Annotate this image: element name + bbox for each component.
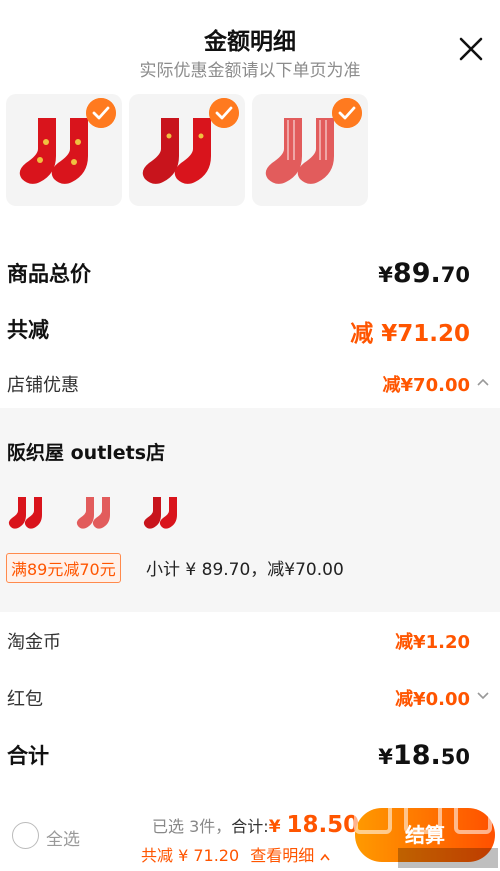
product-thumb-3[interactable] <box>252 94 368 206</box>
currency-symbol: ¥ <box>378 263 393 287</box>
selected-summary: 已选 3件，合计:¥ 18.50 <box>152 812 359 838</box>
product-thumb-1[interactable] <box>6 94 122 206</box>
total-dec: 70 <box>440 263 470 287</box>
discount-detail-link[interactable]: 共减 ¥ 71.20 查看明细 <box>141 842 331 866</box>
chevron-up-icon <box>320 853 330 861</box>
total-value: ¥89.70 <box>378 258 470 289</box>
discount-label: 共减 <box>7 318 49 342</box>
shop-discount-label: 店铺优惠 <box>7 375 79 396</box>
grand-int: 18. <box>392 740 441 771</box>
coupon-badge: 满89元减70元 <box>6 553 121 583</box>
coin-value: 减¥1.20 <box>395 632 470 653</box>
chevron-up-icon[interactable] <box>476 377 490 387</box>
discount-value: 减 ¥71.20 <box>350 321 470 347</box>
shop-name: 阪织屋 outlets店 <box>7 442 166 464</box>
mini-sock-images <box>8 497 177 529</box>
bottom-total-label: 合计: <box>231 817 269 836</box>
header: 金额明细 实际优惠金额请以下单页为准 <box>0 0 500 90</box>
product-thumb-2[interactable] <box>129 94 245 206</box>
total-label: 商品总价 <box>7 262 91 286</box>
shop-breakdown: 阪织屋 outlets店 满89元减70元 小计 ¥ 89.70，减¥70.00 <box>0 408 500 612</box>
coin-label: 淘金币 <box>7 632 61 653</box>
bottom-discount-text: 共减 ¥ 71.20 <box>141 846 240 865</box>
shop-product-icons <box>8 495 198 539</box>
shop-discount-value: 减¥70.00 <box>382 375 470 396</box>
total-int: 89. <box>392 258 441 289</box>
page-subtitle: 实际优惠金额请以下单页为准 <box>139 61 361 81</box>
grand-total-value: ¥18.50 <box>378 740 470 771</box>
check-icon <box>209 98 239 128</box>
select-all-radio[interactable] <box>12 822 39 849</box>
currency-symbol: ¥ <box>268 817 287 837</box>
close-icon[interactable] <box>458 36 484 62</box>
checkout-button[interactable]: 结算 <box>355 808 495 862</box>
grand-dec: 50 <box>440 745 470 769</box>
selected-count: 已选 3件， <box>152 817 232 836</box>
view-detail-link[interactable]: 查看明细 <box>250 846 314 865</box>
shop-subtotal: 小计 ¥ 89.70，减¥70.00 <box>146 560 344 580</box>
redpack-value: 减¥0.00 <box>395 689 470 710</box>
page-title: 金额明细 <box>204 29 296 55</box>
bottom-bar: 全选 已选 3件，合计:¥ 18.50 共减 ¥ 71.20 查看明细 结算 <box>0 790 500 871</box>
redpack-label: 红包 <box>7 689 43 710</box>
grand-total-label: 合计 <box>7 744 49 768</box>
bottom-total-amount: ¥ 18.50 <box>268 812 360 838</box>
chevron-down-icon[interactable] <box>476 691 490 701</box>
select-all-label[interactable]: 全选 <box>46 825 80 850</box>
bottom-total-number: 18.50 <box>286 812 360 838</box>
check-icon <box>86 98 116 128</box>
check-icon <box>332 98 362 128</box>
currency-symbol: ¥ <box>378 745 393 769</box>
